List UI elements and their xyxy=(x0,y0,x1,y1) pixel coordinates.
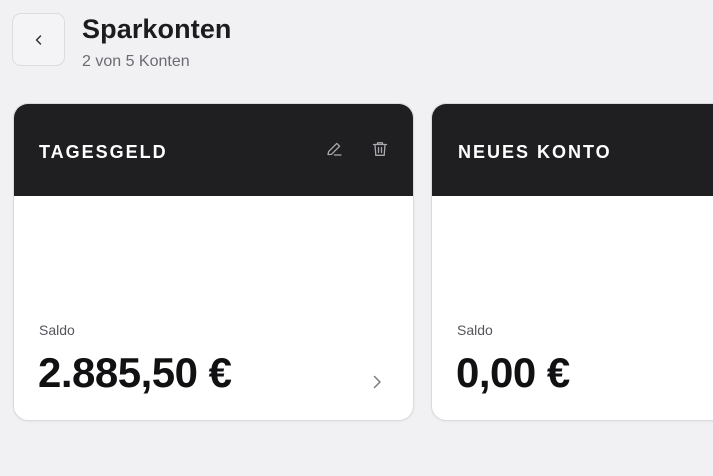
saldo-value: 0,00 € xyxy=(456,349,570,396)
open-account-button[interactable] xyxy=(367,374,387,394)
chevron-left-icon xyxy=(32,33,46,47)
page-title: Sparkonten xyxy=(82,14,232,44)
account-name: NEUES KONTO xyxy=(458,142,612,162)
card-header: NEUES KONTO xyxy=(432,104,713,196)
back-button[interactable] xyxy=(12,13,65,66)
saldo-label: Saldo xyxy=(39,322,75,338)
account-count: 2 von 5 Konten xyxy=(82,53,190,70)
saldo-label: Saldo xyxy=(457,322,493,338)
edit-button[interactable] xyxy=(323,140,345,162)
delete-button[interactable] xyxy=(369,140,391,162)
chevron-right-icon xyxy=(370,374,384,395)
account-name: TAGESGELD xyxy=(39,142,168,162)
pencil-icon xyxy=(324,139,344,164)
account-card-neues-konto[interactable]: NEUES KONTO Saldo 0,00 € xyxy=(431,103,713,421)
card-header: TAGESGELD xyxy=(14,104,413,196)
savings-accounts-page: Sparkonten 2 von 5 Konten TAGESGELD Sald… xyxy=(0,0,713,476)
trash-icon xyxy=(370,139,390,164)
account-card-tagesgeld[interactable]: TAGESGELD Saldo 2.885,50 € xyxy=(13,103,414,421)
saldo-value: 2.885,50 € xyxy=(38,349,232,396)
